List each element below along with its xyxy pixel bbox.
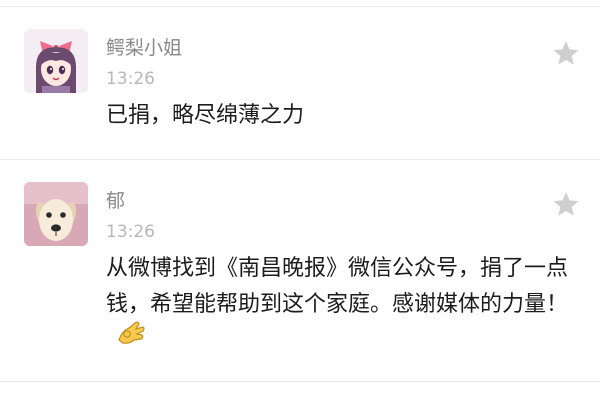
star-icon[interactable] <box>551 39 581 73</box>
comment-text: 已捐，略尽绵薄之力 <box>106 103 305 128</box>
comment-text: 从微博找到《南昌晚报》微信公众号，捐了一点钱，希望能帮助到这个家庭。感谢媒体的力… <box>106 251 576 359</box>
timestamp: 13:26 <box>106 222 155 242</box>
bottom-divider <box>0 381 600 382</box>
star-icon[interactable] <box>551 190 581 224</box>
comment-text-content: 从微博找到《南昌晚报》微信公众号，捐了一点钱，希望能帮助到这个家庭。感谢媒体的力… <box>106 256 569 317</box>
user-avatar[interactable] <box>24 29 88 93</box>
comment-item: 郁 13:26 从微博找到《南昌晚报》微信公众号，捐了一点钱，希望能帮助到这个家… <box>0 160 600 380</box>
dog-avatar <box>24 182 88 246</box>
anime-girl-avatar <box>24 29 88 93</box>
username[interactable]: 鳄梨小姐 <box>106 33 182 60</box>
ok-hand-emoji <box>116 320 146 358</box>
user-avatar[interactable] <box>24 182 88 246</box>
timestamp: 13:26 <box>106 69 155 89</box>
comment-item: 鳄梨小姐 13:26 已捐，略尽绵薄之力 <box>0 0 600 160</box>
username[interactable]: 郁 <box>106 186 125 213</box>
